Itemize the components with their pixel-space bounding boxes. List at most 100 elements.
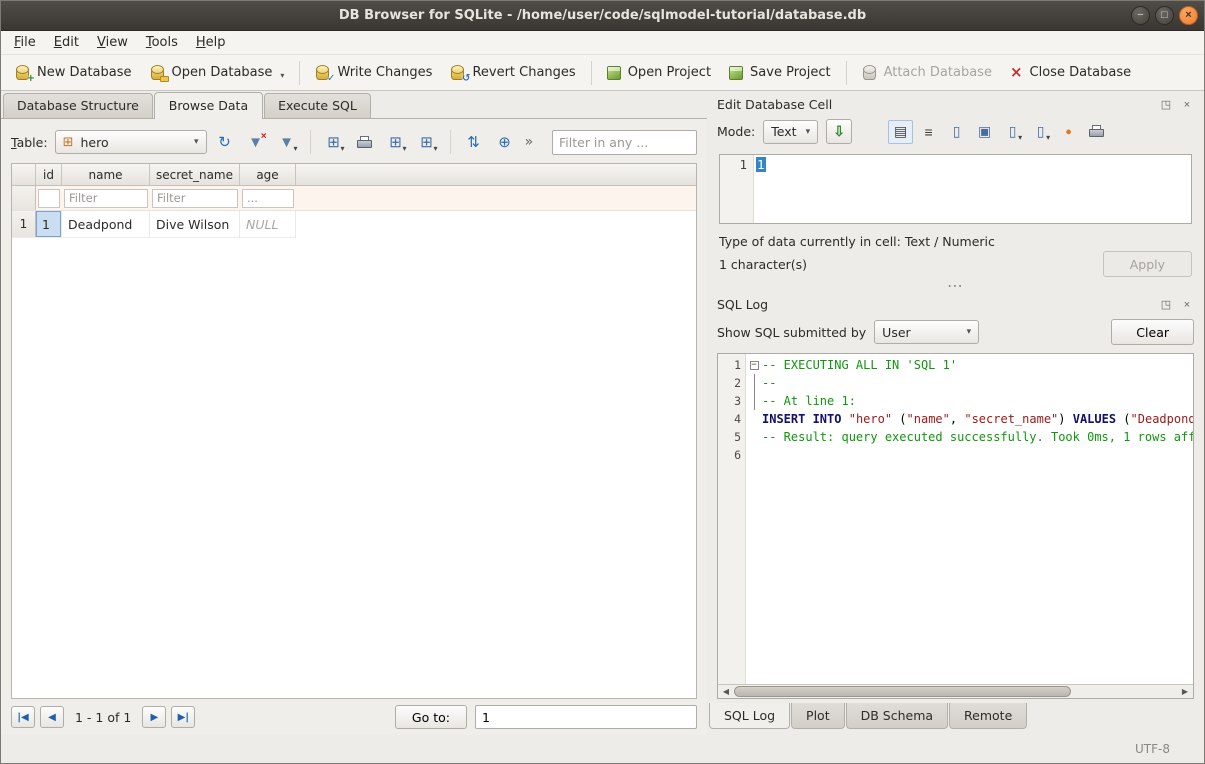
menu-edit[interactable]: Edit — [45, 32, 88, 53]
grid-body[interactable]: 11DeadpondDive WilsonNULL — [12, 211, 696, 698]
scroll-right-icon[interactable]: ▶ — [1177, 685, 1193, 698]
status-bar: UTF-8 — [1, 735, 1204, 763]
table-row[interactable]: 11DeadpondDive WilsonNULL — [12, 211, 296, 238]
last-page-button[interactable]: ▶| — [171, 706, 195, 728]
sql-log-editor[interactable]: 1−-- EXECUTING ALL IN 'SQL 1'2--3-- At l… — [717, 353, 1194, 699]
previous-page-button[interactable]: ◀ — [40, 706, 64, 728]
filter-input-secret_name[interactable] — [152, 189, 238, 208]
open-database-dropdown-icon[interactable]: ▾ — [280, 71, 284, 80]
submitted-by-combo[interactable]: User ▾ — [874, 320, 979, 344]
menu-help[interactable]: Help — [187, 32, 235, 53]
filter-input-id[interactable] — [38, 189, 60, 208]
cell-editor-text[interactable]: 1 — [754, 155, 768, 223]
column-header-secret_name[interactable]: secret_name — [150, 164, 240, 185]
encoding-indicator[interactable]: UTF-8 — [1135, 742, 1170, 756]
menu-file[interactable]: File — [5, 32, 45, 53]
mode-combo[interactable]: Text ▾ — [763, 120, 818, 144]
open-project-button[interactable]: Open Project — [599, 60, 719, 85]
cell-id[interactable]: 1 — [36, 211, 62, 237]
scrollbar-track[interactable] — [734, 685, 1177, 698]
filter-input-age[interactable] — [242, 189, 294, 208]
fold-marker — [746, 374, 762, 392]
sql-log-area[interactable]: 1−-- EXECUTING ALL IN 'SQL 1'2--3-- At l… — [718, 354, 1193, 684]
tab-plot[interactable]: Plot — [791, 703, 845, 729]
open-cell-data-button[interactable]: ▯ — [944, 120, 969, 144]
set-null-button[interactable]: ● — [1056, 120, 1081, 144]
print-cell-button[interactable] — [1084, 120, 1109, 144]
log-line: 3-- At line 1: — [718, 392, 1193, 410]
menu-view[interactable]: View — [88, 32, 137, 53]
cell-editor[interactable]: 1 1 — [719, 154, 1192, 224]
tab-remote[interactable]: Remote — [949, 703, 1027, 729]
tab-browse-data[interactable]: Browse Data — [154, 92, 263, 119]
toolbar-overflow-chevron[interactable]: » — [525, 134, 534, 150]
export-table-button[interactable]: ⊞ ▾ — [383, 130, 409, 154]
first-page-button[interactable]: |◀ — [11, 706, 35, 728]
maximize-button[interactable]: □ — [1155, 6, 1174, 25]
save-cell-data-button[interactable]: ▯▾ — [1000, 120, 1025, 144]
column-header-id[interactable]: id — [36, 164, 62, 185]
edit-cell-title: Edit Database Cell — [717, 97, 832, 112]
clear-log-button[interactable]: Clear — [1111, 319, 1194, 345]
new-database-button[interactable]: + New Database — [7, 60, 140, 85]
import-text-button[interactable]: ⇩ — [826, 119, 852, 144]
open-database-button[interactable]: Open Database ▾ — [142, 60, 293, 85]
horizontal-scrollbar[interactable]: ◀ ▶ — [718, 684, 1193, 698]
find-record-button[interactable]: ⊕ — [492, 130, 518, 154]
filter-any-input[interactable] — [552, 130, 697, 155]
sort-records-button[interactable]: ⇅ — [461, 130, 487, 154]
text-mode-button[interactable]: ▤ — [888, 120, 913, 144]
write-changes-button[interactable]: ✓ Write Changes — [307, 60, 440, 85]
row-header[interactable]: 1 — [12, 211, 36, 237]
print-table-button[interactable] — [352, 130, 378, 154]
fold-marker — [746, 392, 762, 410]
word-wrap-button[interactable]: ≡ — [916, 120, 941, 144]
float-dock-icon[interactable]: ◳ — [1159, 298, 1173, 312]
table-combo[interactable]: ⊞ hero ▾ — [55, 130, 207, 154]
open-project-icon — [607, 66, 621, 80]
chevron-down-icon: ▾ — [806, 127, 811, 137]
tab-database-structure[interactable]: Database Structure — [3, 93, 153, 118]
cell-age[interactable]: NULL — [240, 211, 296, 237]
fold-collapse-icon[interactable]: − — [750, 361, 759, 370]
close-database-icon: × — [1010, 66, 1023, 79]
column-header-name[interactable]: name — [62, 164, 150, 185]
title-bar[interactable]: DB Browser for SQLite - /home/user/code/… — [1, 1, 1204, 31]
dock-splitter[interactable]: ⋯ — [707, 281, 1204, 291]
revert-changes-button[interactable]: ↺ Revert Changes — [442, 60, 583, 85]
close-window-button[interactable]: × — [1179, 6, 1198, 25]
goto-input[interactable] — [475, 705, 697, 729]
float-dock-icon[interactable]: ◳ — [1159, 98, 1173, 112]
filter-input-name[interactable] — [64, 189, 148, 208]
copy-cell-data-button[interactable]: ▣ — [972, 120, 997, 144]
revert-changes-icon: ↺ — [450, 65, 465, 80]
app-window: DB Browser for SQLite - /home/user/code/… — [0, 0, 1205, 764]
save-filter-button[interactable]: ▼ ▾ — [274, 130, 300, 154]
attach-database-button: Attach Database — [854, 60, 1000, 85]
close-dock-icon[interactable]: × — [1180, 298, 1194, 312]
goto-button[interactable]: Go to: — [395, 705, 467, 729]
export-cell-data-button[interactable]: ▯▾ — [1028, 120, 1053, 144]
grid-corner — [12, 164, 36, 185]
cell-secret_name[interactable]: Dive Wilson — [150, 211, 240, 237]
tab-sql-log[interactable]: SQL Log — [709, 703, 790, 729]
table-import-icon: ⊞ — [420, 135, 433, 150]
next-page-button[interactable]: ▶ — [142, 706, 166, 728]
close-dock-icon[interactable]: × — [1180, 98, 1194, 112]
scroll-left-icon[interactable]: ◀ — [718, 685, 734, 698]
menu-tools[interactable]: Tools — [137, 32, 187, 53]
tab-db-schema[interactable]: DB Schema — [846, 703, 948, 729]
save-project-button[interactable]: Save Project — [721, 60, 839, 85]
main-area: Database Structure Browse Data Execute S… — [1, 91, 1204, 735]
insert-record-button[interactable]: ⊞ ▾ — [321, 130, 347, 154]
close-database-button[interactable]: × Close Database — [1002, 60, 1139, 85]
cell-name[interactable]: Deadpond — [62, 211, 150, 237]
import-table-button[interactable]: ⊞ ▾ — [414, 130, 440, 154]
column-header-age[interactable]: age — [240, 164, 296, 185]
tab-execute-sql[interactable]: Execute SQL — [264, 93, 371, 118]
scrollbar-thumb[interactable] — [734, 686, 1071, 697]
clear-all-filters-button[interactable]: ▼ × — [243, 130, 269, 154]
minimize-button[interactable]: − — [1131, 6, 1150, 25]
refresh-button[interactable]: ↻ — [212, 130, 238, 154]
new-database-icon: + — [15, 65, 30, 80]
